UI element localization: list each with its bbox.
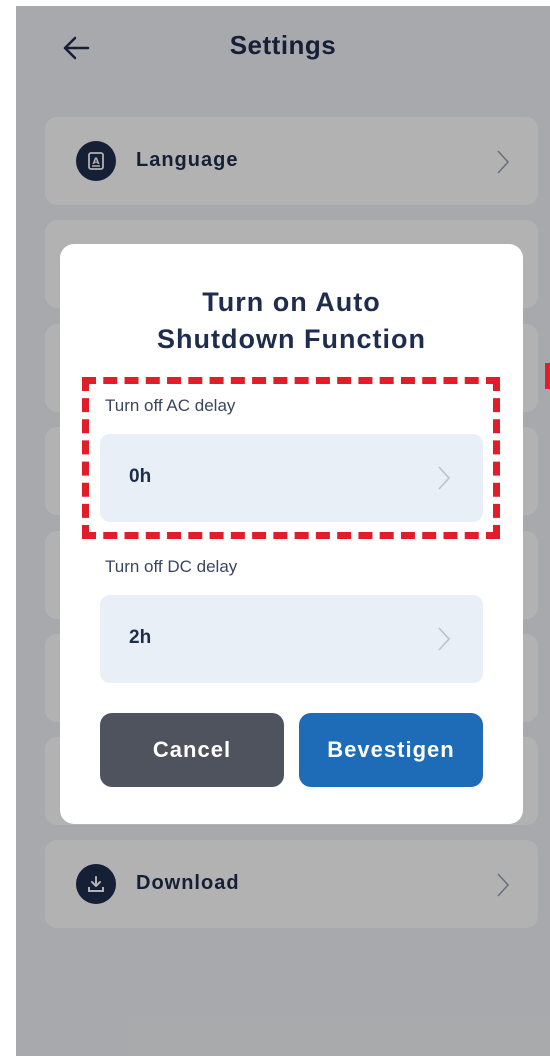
confirm-button[interactable]: Bevestigen — [299, 713, 483, 787]
highlight-annotation — [82, 377, 500, 539]
dc-delay-value: 2h — [129, 627, 152, 648]
dialog-title: Turn on Auto Shutdown Function — [60, 284, 523, 358]
highlight-marker — [545, 363, 550, 389]
chevron-right-icon — [438, 627, 451, 651]
dialog-title-line1: Turn on Auto — [202, 287, 381, 317]
dialog-title-line2: Shutdown Function — [157, 324, 426, 354]
dc-delay-selector[interactable]: 2h — [100, 595, 483, 683]
dc-delay-label: Turn off DC delay — [105, 557, 238, 576]
cancel-button[interactable]: Cancel — [100, 713, 284, 787]
settings-screen: Settings A Language Download Turn on Aut… — [16, 6, 550, 1056]
